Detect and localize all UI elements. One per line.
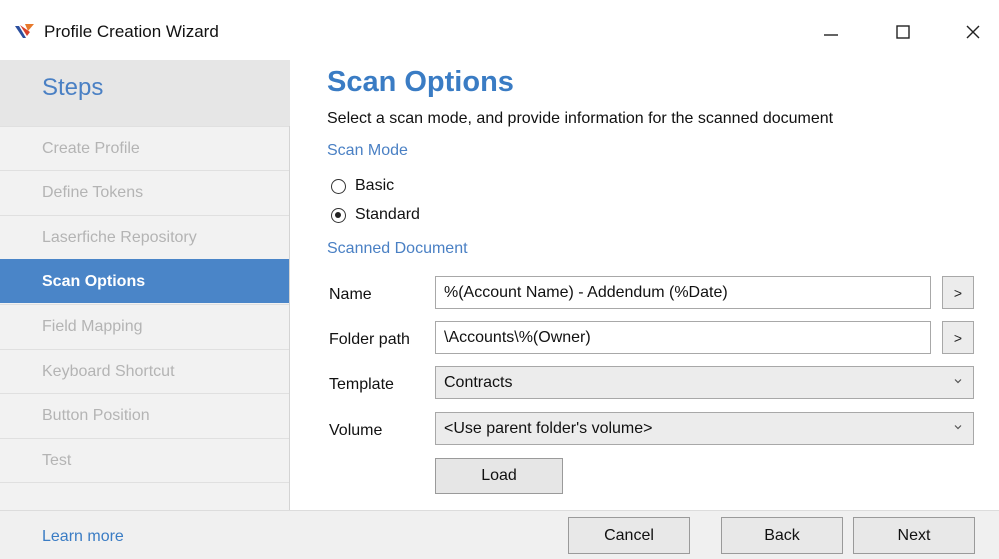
step-label: Scan Options [42,273,146,290]
page-title: Scan Options [327,66,514,98]
steps-sidebar: Steps Create Profile Define Tokens Laser… [0,60,290,510]
name-token-button[interactable]: > [942,276,974,309]
step-test[interactable]: Test [0,438,289,482]
close-button[interactable] [950,14,996,50]
main-panel: Scan Options Select a scan mode, and pro… [291,60,999,510]
volume-value: <Use parent folder's volume> [444,419,653,437]
footer: Learn more Cancel Back Next [0,510,999,559]
radio-label-standard: Standard [355,206,420,223]
load-button[interactable]: Load [435,458,563,494]
step-define-tokens[interactable]: Define Tokens [0,170,289,214]
steps-header: Steps [0,60,290,126]
step-button-position[interactable]: Button Position [0,393,289,437]
name-label: Name [329,286,372,303]
maximize-button[interactable] [880,14,926,50]
step-label: Create Profile [42,140,140,157]
close-icon [966,25,980,39]
title-bar: Profile Creation Wizard [0,0,999,60]
window-title: Profile Creation Wizard [44,22,219,41]
step-label: Keyboard Shortcut [42,363,175,380]
scan-mode-label: Scan Mode [327,142,408,159]
name-input[interactable] [435,276,931,309]
step-label: Button Position [42,407,150,424]
folder-path-label: Folder path [329,331,410,348]
laserfiche-logo-icon [15,24,34,38]
minimize-icon [824,34,838,36]
template-value: Contracts [444,373,513,391]
template-select[interactable]: Contracts [435,366,974,399]
learn-more-link[interactable]: Learn more [42,528,124,546]
folder-path-input[interactable] [435,321,931,354]
radio-label-basic: Basic [355,177,395,194]
radio-standard[interactable]: Standard [331,206,420,224]
divider [0,482,289,483]
template-label: Template [329,376,394,393]
volume-select[interactable]: <Use parent folder's volume> [435,412,974,445]
step-label: Laserfiche Repository [42,229,197,246]
step-laserfiche-repository[interactable]: Laserfiche Repository [0,215,289,259]
step-scan-options[interactable]: Scan Options [0,259,289,303]
step-label: Field Mapping [42,318,143,335]
minimize-button[interactable] [808,14,854,50]
step-label: Define Tokens [42,184,144,201]
folder-path-browse-button[interactable]: > [942,321,974,354]
back-button[interactable]: Back [721,517,843,554]
step-create-profile[interactable]: Create Profile [0,126,289,170]
radio-basic[interactable]: Basic [331,177,394,195]
radio-button-basic[interactable] [331,178,346,194]
chevron-down-icon [954,379,962,384]
step-field-mapping[interactable]: Field Mapping [0,304,289,348]
cancel-button[interactable]: Cancel [568,517,690,554]
scanned-document-label: Scanned Document [327,240,468,257]
page-subtitle: Select a scan mode, and provide informat… [327,110,834,127]
steps-title: Steps [42,74,104,101]
chevron-down-icon [954,425,962,430]
volume-label: Volume [329,422,383,439]
maximize-icon [896,25,910,39]
next-button[interactable]: Next [853,517,975,554]
step-label: Test [42,452,72,469]
step-keyboard-shortcut[interactable]: Keyboard Shortcut [0,349,289,393]
radio-button-standard[interactable] [331,207,346,223]
